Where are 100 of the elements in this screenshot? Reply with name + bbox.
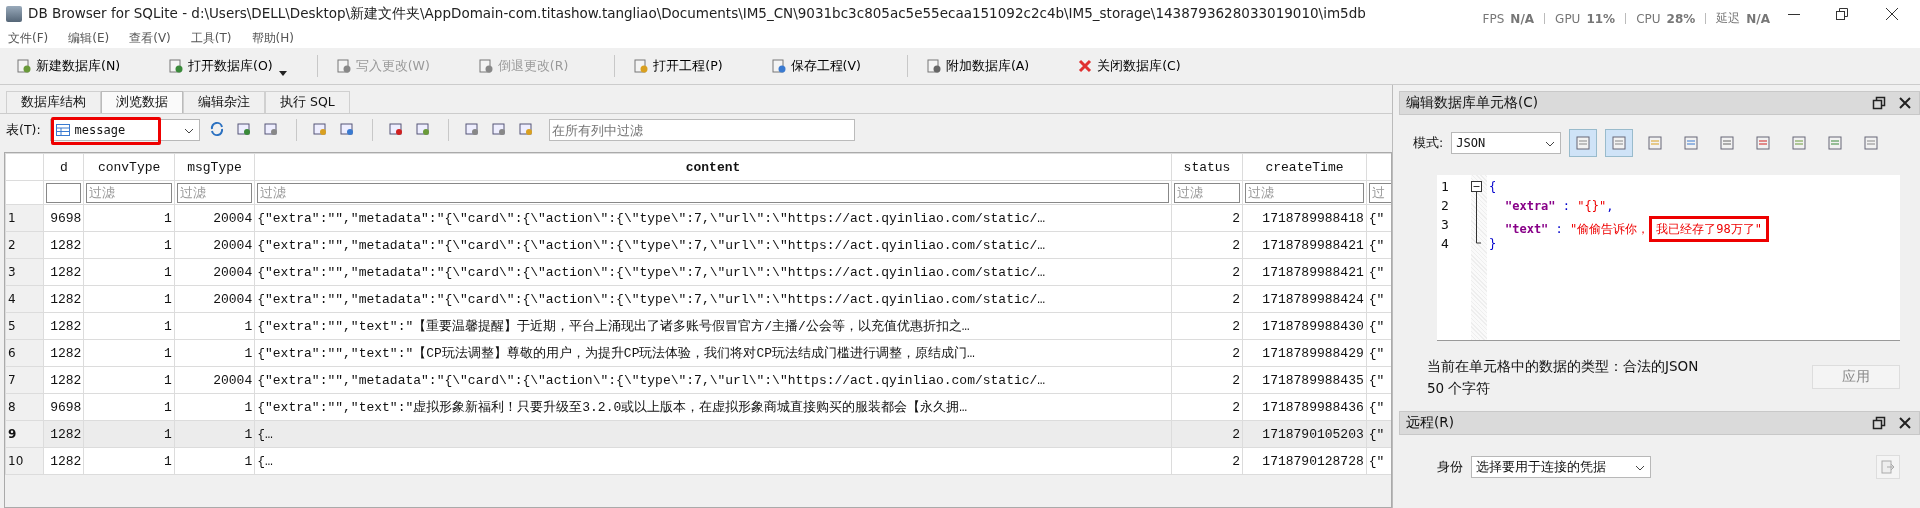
toolbar-button[interactable]: 新建数据库(N) xyxy=(8,53,129,79)
table-cell: {"extra":"","text":"虚拟形象新福利！只要升级至3.2.0或以上版本，在虚拟形象商城直接购买的服装都会【永久拥… xyxy=(254,393,1172,421)
table-cell: 20004 xyxy=(174,258,255,286)
undock-icon[interactable] xyxy=(1871,415,1887,431)
filter-field[interactable]: 过滤 xyxy=(176,182,253,203)
menu-item[interactable]: 工具(T) xyxy=(190,29,232,47)
table-cell: 1282 xyxy=(43,420,84,448)
stat-label: FPS xyxy=(1482,11,1505,26)
close-icon xyxy=(1077,58,1094,74)
table-cell: 1282 xyxy=(43,366,84,394)
table-cell: {… xyxy=(254,420,1172,448)
table-cell: 1718790128728 xyxy=(1242,447,1367,475)
line-number: 4 xyxy=(1441,236,1450,253)
code-token: } xyxy=(1489,237,1497,251)
toolbar-button[interactable]: 保存工程(V) xyxy=(762,53,869,79)
import-button[interactable] xyxy=(1876,455,1900,479)
table-cell: 1718789988421 xyxy=(1242,231,1367,259)
menu-item[interactable]: 文件(F) xyxy=(8,29,49,47)
filter-field[interactable]: 过滤 xyxy=(1245,182,1364,203)
table-cell: 1718789988418 xyxy=(1242,204,1367,232)
table-cell: 1 xyxy=(83,420,175,448)
table-cell: 1 xyxy=(83,204,175,232)
table-cell: 1282 xyxy=(43,285,84,313)
table-cell: 9698 xyxy=(43,393,84,421)
table-cell: 2 xyxy=(1171,312,1243,340)
table-cell: {… xyxy=(254,447,1172,475)
close-icon[interactable] xyxy=(1897,415,1913,431)
filter-field[interactable]: 过滤 xyxy=(86,182,172,203)
row-number[interactable]: 4 xyxy=(5,285,44,313)
app-icon xyxy=(6,6,22,22)
table-cell: {"extra":"","text":"【CP玩法调整】尊敬的用户，为提升CP玩法体验，我们将对CP玩法结成门槛进行调整，原结成门… xyxy=(254,339,1172,367)
table-cell: 20004 xyxy=(174,366,255,394)
table-cell: 2 xyxy=(1171,339,1243,367)
code-token: 我已经存了98万了" xyxy=(1649,216,1769,242)
window-title: DB Browser for SQLite - d:\Users\DELL\Desktop\新建文件夹\AppDomain-com.titashow.tangliao\Documents\IM5_CN\9031bc3c805ac5e55ecaa151092c2c4b\IM5_storage\1438793628033019010\im5db xyxy=(28,5,1366,23)
column-header[interactable]: d xyxy=(43,153,84,181)
tab[interactable]: 数据库结构 xyxy=(6,91,101,113)
menu-item[interactable]: 帮助(H) xyxy=(251,29,294,47)
filter-field[interactable]: 过滤 xyxy=(257,182,1169,203)
row-number[interactable]: 3 xyxy=(5,258,44,286)
identity-label: 身份 xyxy=(1437,458,1463,476)
filter-field[interactable]: 过滤 xyxy=(1173,182,1241,203)
tab[interactable]: 执行 SQL xyxy=(265,91,350,113)
table-cell: 2 xyxy=(1171,447,1243,475)
menu-item[interactable]: 查看(V) xyxy=(129,29,171,47)
table-cell: 2 xyxy=(1171,231,1243,259)
table-cell: {"extra":"","metadata":"{\"card\":{\"action\":{\"type\":7,\"url\":\"https://act.qyinliao.com/static/… xyxy=(254,258,1172,286)
code-token: , xyxy=(1606,199,1614,213)
identity-selector[interactable]: 选择要用于连接的凭据 xyxy=(1471,456,1651,478)
table-cell: 1718789988435 xyxy=(1242,366,1367,394)
filter-field[interactable] xyxy=(46,182,82,203)
row-number[interactable]: 9 xyxy=(5,420,44,448)
table-cell: 9698 xyxy=(43,204,84,232)
dropdown-arrow-icon[interactable] xyxy=(278,70,287,76)
toolbar-button[interactable]: 打开工程(P) xyxy=(625,53,731,79)
toolbar-button[interactable]: 附加数据库(A) xyxy=(917,53,1038,79)
table-cell: 2 xyxy=(1171,285,1243,313)
table-cell: 1 xyxy=(83,258,175,286)
toolbar-button[interactable]: 关闭数据库(C) xyxy=(1069,53,1189,79)
row-number[interactable]: 7 xyxy=(5,366,44,394)
table-cell: 20004 xyxy=(174,285,255,313)
close-icon[interactable] xyxy=(1897,95,1913,111)
mode-label: 模式: xyxy=(1413,134,1444,152)
toolbar-button[interactable]: 打开数据库(O) xyxy=(160,53,281,79)
undock-icon[interactable] xyxy=(1871,95,1887,111)
column-header[interactable]: createTime xyxy=(1242,153,1367,181)
row-number[interactable]: 2 xyxy=(5,231,44,259)
code-token: : xyxy=(1561,199,1572,213)
table-cell: 1 xyxy=(83,339,175,367)
row-number[interactable]: 1 xyxy=(5,204,44,232)
table-cell: 1718789988424 xyxy=(1242,285,1367,313)
row-number[interactable]: 5 xyxy=(5,312,44,340)
column-header[interactable]: convType xyxy=(83,153,175,181)
row-number[interactable]: 8 xyxy=(5,393,44,421)
column-header[interactable]: status xyxy=(1171,153,1243,181)
stat-label: GPU xyxy=(1555,11,1581,26)
filter-field[interactable]: 在所有列中过滤 xyxy=(548,119,855,141)
table-cell: 1718789988436 xyxy=(1242,393,1367,421)
stat-value: N/A xyxy=(1510,11,1535,26)
tab[interactable]: 浏览数据 xyxy=(101,91,183,113)
char-count: 50 个字符 xyxy=(1427,379,1492,398)
table-cell: 1718789988429 xyxy=(1242,339,1367,367)
row-number[interactable]: 6 xyxy=(5,339,44,367)
filter-field[interactable]: 过 xyxy=(1368,182,1391,203)
code-token: "text" xyxy=(1505,222,1549,236)
stat-value: 11% xyxy=(1586,11,1616,26)
table-cell: 1 xyxy=(83,285,175,313)
column-header[interactable]: msgType xyxy=(174,153,255,181)
table-selector[interactable]: message xyxy=(49,119,200,141)
tab[interactable]: 编辑杂注 xyxy=(183,91,265,113)
code-editor[interactable]: 1 2 3 4 { "extra" : "{}", "text" : "偷偷告诉你， 我已经存了98万了" } xyxy=(1437,175,1900,341)
table-cell: 1 xyxy=(83,447,175,475)
table-cell: {"extra":"","metadata":"{\"card\":{\"action\":{\"type\":7,\"url\":\"https://act.qyinliao.com/static/… xyxy=(254,285,1172,313)
mode-selector[interactable]: JSON xyxy=(1451,132,1562,154)
table-cell: 1 xyxy=(174,339,255,367)
table-cell: 1282 xyxy=(43,447,84,475)
table-cell: 1 xyxy=(83,393,175,421)
menu-item[interactable]: 编辑(E) xyxy=(68,29,110,47)
column-header[interactable]: content xyxy=(254,153,1172,181)
row-number[interactable]: 10 xyxy=(5,447,44,475)
